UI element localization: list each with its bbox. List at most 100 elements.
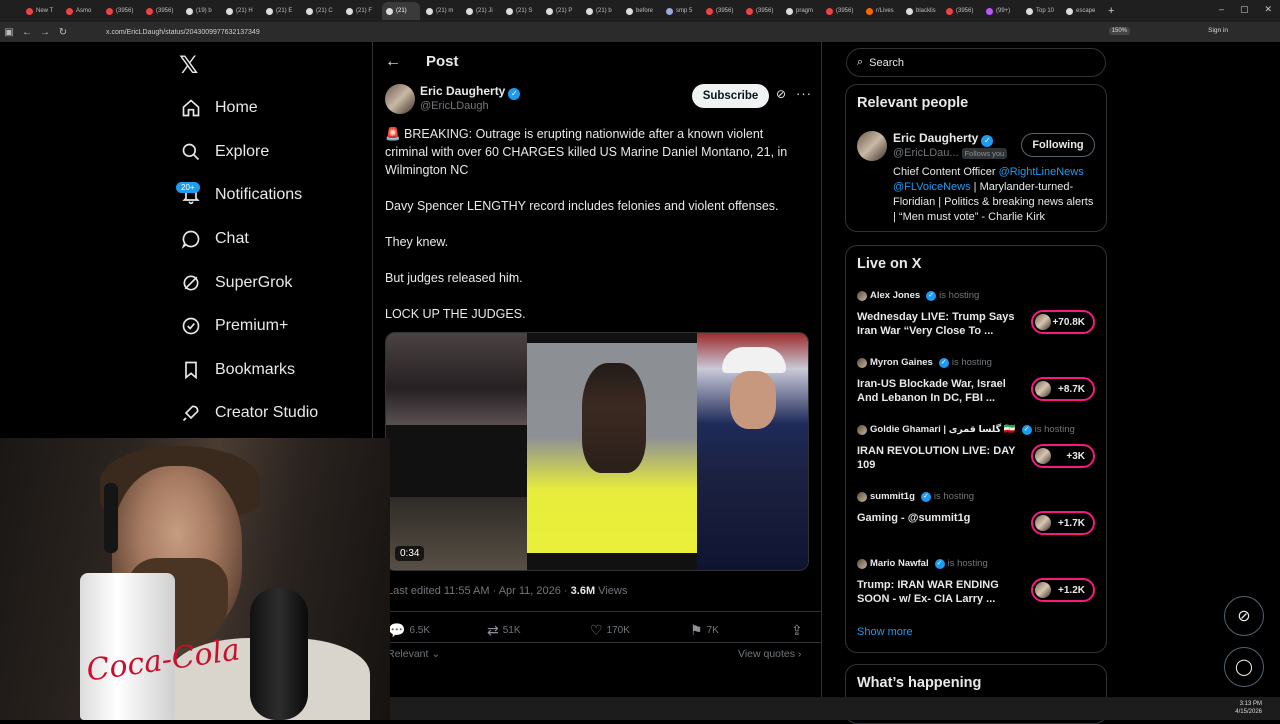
live-title[interactable]: Gaming - @summit1g bbox=[857, 511, 1027, 525]
zoom-level[interactable]: 150% bbox=[1108, 27, 1130, 35]
like-button[interactable]: ♡ 170K bbox=[590, 622, 630, 639]
live-host[interactable]: Myron Gaines ✓ is hosting bbox=[857, 357, 992, 368]
following-button[interactable]: Following bbox=[1021, 133, 1095, 157]
browser-tab[interactable]: (3956) bbox=[142, 2, 180, 20]
live-listeners-pill[interactable]: +3K bbox=[1031, 444, 1095, 468]
messages-fab[interactable]: ◯ bbox=[1224, 647, 1264, 687]
subscribe-button[interactable]: Subscribe bbox=[692, 84, 769, 108]
tab-favicon-icon bbox=[386, 7, 393, 15]
nav-item-home[interactable]: Home bbox=[180, 93, 258, 123]
forward-nav-icon[interactable]: → bbox=[36, 27, 54, 38]
bio-link[interactable]: @FLVoiceNews bbox=[893, 181, 971, 193]
reload-icon[interactable]: ↻ bbox=[54, 27, 72, 38]
bio-link[interactable]: @RightLineNews bbox=[999, 166, 1084, 178]
new-tab-icon[interactable]: + bbox=[1108, 5, 1114, 17]
url-field[interactable]: x.com/EricLDaugh/status/2043009977632137… bbox=[106, 29, 260, 36]
live-listeners-pill[interactable]: +1.2K bbox=[1031, 578, 1095, 602]
minimize-icon[interactable]: – bbox=[1219, 4, 1224, 15]
browser-tab[interactable]: (19) b bbox=[182, 2, 220, 20]
browser-tab[interactable]: (3956) bbox=[822, 2, 860, 20]
browser-tab[interactable]: (21) S bbox=[502, 2, 540, 20]
grok-icon: ⊘ bbox=[1237, 608, 1251, 625]
nav-item-supergrok[interactable]: SuperGrok bbox=[180, 268, 292, 298]
browser-tab[interactable]: (21) b bbox=[582, 2, 620, 20]
live-host[interactable]: Alex Jones ✓ is hosting bbox=[857, 290, 979, 301]
browser-tab[interactable]: (21) m bbox=[422, 2, 460, 20]
author-handle[interactable]: @EricLDaugh bbox=[420, 100, 489, 112]
view-quotes-link[interactable]: View quotes › bbox=[738, 648, 801, 660]
relevant-person-avatar[interactable] bbox=[857, 131, 887, 161]
tab-favicon-icon bbox=[186, 7, 193, 15]
host-avatar bbox=[857, 558, 867, 569]
browser-tab[interactable]: Top 10 bbox=[1022, 2, 1060, 20]
live-host[interactable]: Mario Nawfal ✓ is hosting bbox=[857, 558, 988, 569]
author-avatar[interactable] bbox=[385, 84, 415, 114]
nav-item-bookmarks[interactable]: Bookmarks bbox=[180, 355, 295, 385]
more-options-icon[interactable]: ··· bbox=[796, 86, 812, 101]
browser-tab[interactable]: r/Lives bbox=[862, 2, 900, 20]
nav-item-creator-studio[interactable]: Creator Studio bbox=[180, 398, 318, 428]
bookmark-button[interactable]: ⚑ 7K bbox=[690, 622, 719, 639]
tab-favicon-icon bbox=[826, 7, 833, 15]
sign-in-button[interactable]: Sign in bbox=[1208, 27, 1228, 34]
relevant-person-name[interactable]: Eric Daugherty ✓ bbox=[893, 131, 994, 147]
live-host[interactable]: summit1g ✓ is hosting bbox=[857, 491, 974, 502]
live-host[interactable]: Goldie Ghamari | گلسا قمری 🇮🇷 ✓ is hosting bbox=[857, 424, 1075, 435]
live-listeners-pill[interactable]: +1.7K bbox=[1031, 511, 1095, 535]
browser-tab[interactable]: (21) P bbox=[542, 2, 580, 20]
live-title[interactable]: Wednesday LIVE: Trump Says Iran War “Ver… bbox=[857, 310, 1027, 338]
browser-tab[interactable]: (99+) bbox=[982, 2, 1020, 20]
sort-replies-dropdown[interactable]: Relevant ⌄ bbox=[387, 648, 440, 660]
browser-tab[interactable]: escape bbox=[1062, 2, 1100, 20]
nav-item-label: Home bbox=[215, 99, 258, 116]
post-video[interactable] bbox=[385, 332, 809, 571]
browser-tab[interactable]: New T bbox=[22, 2, 60, 20]
sidebar-toggle-icon[interactable]: ▣ bbox=[0, 27, 18, 38]
back-arrow-icon[interactable]: ← bbox=[385, 53, 401, 71]
browser-tab[interactable]: (21) H bbox=[222, 2, 260, 20]
share-button[interactable]: ⇪ bbox=[791, 622, 803, 639]
taskbar-clock[interactable]: 3:13 PM 4/15/2026 bbox=[1235, 700, 1262, 716]
back-nav-icon[interactable]: ← bbox=[18, 27, 36, 38]
live-listeners-pill[interactable]: +8.7K bbox=[1031, 377, 1095, 401]
browser-tab[interactable]: (21) Ji bbox=[462, 2, 500, 20]
grok-fab[interactable]: ⊘ bbox=[1224, 596, 1264, 636]
browser-tab[interactable]: pragm bbox=[782, 2, 820, 20]
live-listeners-pill[interactable]: +70.8K bbox=[1031, 310, 1095, 334]
browser-tab[interactable]: (21) E bbox=[262, 2, 300, 20]
browser-tab[interactable]: smp 5 bbox=[662, 2, 700, 20]
nav-item-explore[interactable]: Explore bbox=[180, 137, 269, 167]
repost-button[interactable]: ⇄ 51K bbox=[487, 622, 521, 639]
live-title[interactable]: Trump: IRAN WAR ENDING SOON - w/ Ex- CIA… bbox=[857, 578, 1027, 606]
close-icon[interactable]: ✕ bbox=[1264, 4, 1272, 15]
browser-tab[interactable]: (21) F bbox=[342, 2, 380, 20]
browser-tab[interactable]: (3956) bbox=[742, 2, 780, 20]
nav-item-premium[interactable]: Premium+ bbox=[180, 311, 288, 341]
nav-item-chat[interactable]: Chat bbox=[180, 224, 249, 254]
relevant-person-handle[interactable]: @EricLDau... Follows you bbox=[893, 147, 1008, 159]
live-avatar bbox=[1035, 515, 1051, 531]
grok-icon[interactable]: ⊘ bbox=[776, 87, 786, 101]
column-divider-right bbox=[821, 42, 822, 720]
reply-button[interactable]: 💬 6.5K bbox=[388, 622, 430, 639]
live-title[interactable]: Iran-US Blockade War, Israel And Lebanon… bbox=[857, 377, 1027, 405]
browser-tab[interactable]: (21) bbox=[382, 2, 420, 20]
browser-tab[interactable]: (21) C bbox=[302, 2, 340, 20]
relevant-person-bio: Chief Content Officer @RightLineNews @FL… bbox=[893, 166, 1094, 223]
maximize-icon[interactable]: ▢ bbox=[1240, 4, 1249, 15]
x-logo[interactable]: 𝕏 bbox=[179, 51, 198, 80]
browser-tab[interactable]: blacklis bbox=[902, 2, 940, 20]
browser-tab[interactable]: (3956) bbox=[702, 2, 740, 20]
browser-tab[interactable]: Asmo bbox=[62, 2, 100, 20]
video-duration: 0:34 bbox=[395, 546, 425, 561]
verified-badge-icon: ✓ bbox=[981, 135, 994, 147]
tab-title: (21) H bbox=[236, 8, 253, 14]
live-title[interactable]: IRAN REVOLUTION LIVE: DAY 109 bbox=[857, 444, 1027, 472]
author-name[interactable]: Eric Daugherty ✓ bbox=[420, 84, 521, 100]
divider bbox=[373, 611, 821, 612]
search-input[interactable]: ⌕ Search bbox=[846, 48, 1106, 77]
show-more-link[interactable]: Show more bbox=[857, 626, 913, 638]
browser-tab[interactable]: (3956) bbox=[942, 2, 980, 20]
browser-tab[interactable]: (3956) bbox=[102, 2, 140, 20]
browser-tab[interactable]: before bbox=[622, 2, 660, 20]
